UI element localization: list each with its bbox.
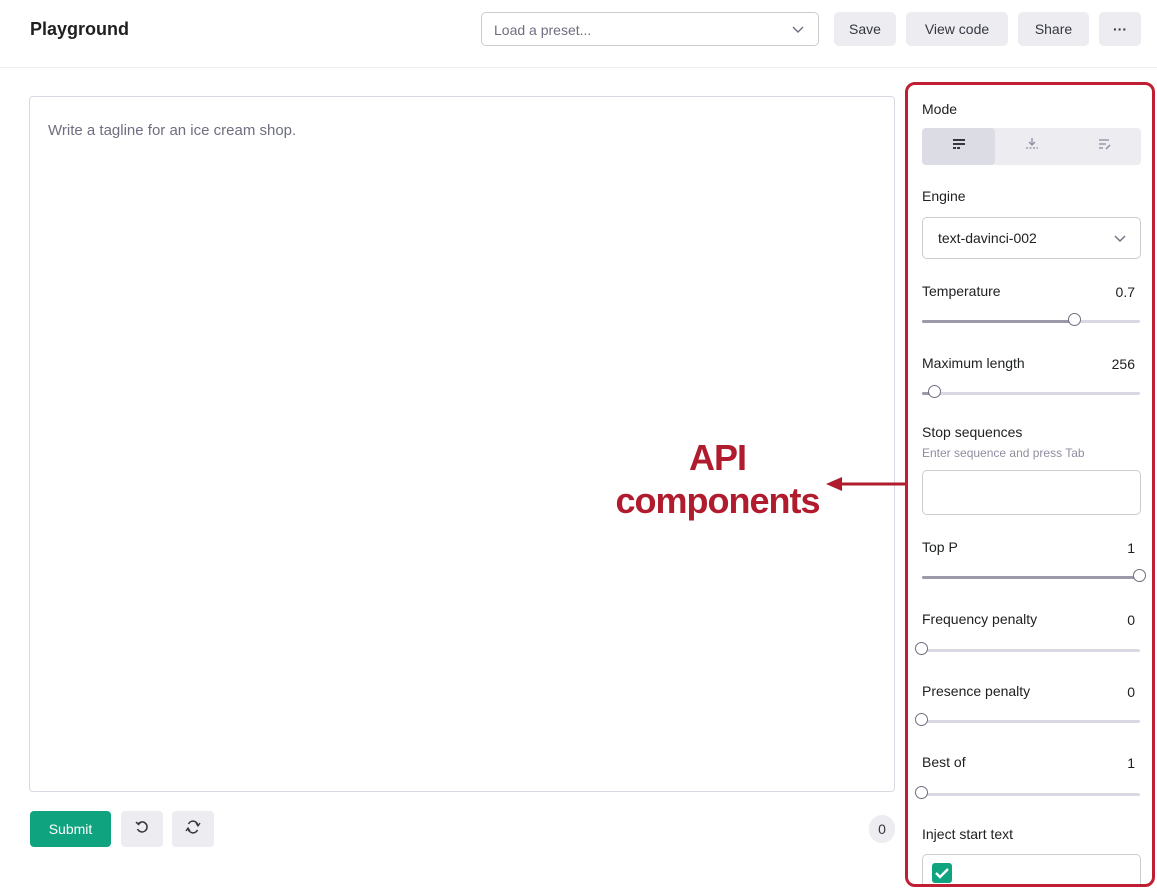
mode-toggle[interactable] <box>922 128 1141 165</box>
inject-start-text-label: Inject start text <box>922 826 1014 842</box>
inject-start-text-checkbox[interactable] <box>932 863 952 883</box>
annotation-arrow <box>826 477 906 491</box>
annotation-label: API components <box>600 436 835 522</box>
temperature-slider-thumb[interactable] <box>1067 313 1081 326</box>
frequency-penalty-value: 0 <box>1127 612 1135 628</box>
temperature-value: 0.7 <box>1115 284 1135 300</box>
chevron-down-icon <box>790 21 806 42</box>
mode-edit-button[interactable] <box>1068 128 1141 165</box>
max-length-label: Maximum length <box>922 355 1025 371</box>
max-length-value: 256 <box>1111 356 1135 372</box>
insert-icon <box>1025 137 1039 156</box>
undo-icon <box>134 819 150 840</box>
regenerate-button[interactable] <box>172 811 214 847</box>
top-p-label: Top P <box>922 539 958 555</box>
complete-icon <box>952 137 966 156</box>
mode-complete-button[interactable] <box>922 128 995 165</box>
max-length-slider-thumb[interactable] <box>928 385 942 398</box>
best-of-slider-thumb[interactable] <box>915 786 928 799</box>
edit-icon <box>1098 137 1112 156</box>
engine-value: text-davinci-002 <box>938 230 1037 246</box>
annotation-line-2: components <box>615 480 820 521</box>
frequency-penalty-slider-thumb[interactable] <box>915 642 928 655</box>
page-title: Playground <box>30 19 130 39</box>
inject-start-text-field[interactable] <box>922 854 1141 884</box>
temperature-slider-fill <box>922 320 1075 323</box>
best-of-label: Best of <box>922 754 966 770</box>
mode-insert-button[interactable] <box>995 128 1068 165</box>
frequency-penalty-slider[interactable] <box>915 642 1140 655</box>
preset-placeholder: Load a preset... <box>494 22 592 38</box>
chevron-down-icon <box>1112 230 1128 251</box>
mode-label: Mode <box>922 101 958 117</box>
presence-penalty-slider-thumb[interactable] <box>915 713 928 726</box>
submit-button[interactable]: Submit <box>30 811 111 847</box>
share-button[interactable]: Share <box>1018 12 1089 46</box>
preset-select[interactable]: Load a preset... <box>481 12 819 46</box>
header-divider <box>0 67 1157 68</box>
save-button[interactable]: Save <box>834 12 896 46</box>
top-p-slider-thumb[interactable] <box>1133 569 1146 582</box>
presence-penalty-label: Presence penalty <box>922 683 1031 699</box>
presence-penalty-slider[interactable] <box>915 713 1140 726</box>
top-p-value: 1 <box>1127 540 1135 556</box>
frequency-penalty-label: Frequency penalty <box>922 611 1038 627</box>
best-of-value: 1 <box>1127 755 1135 771</box>
temperature-label: Temperature <box>922 283 1001 299</box>
checkmark-icon <box>935 868 949 879</box>
top-p-slider[interactable] <box>922 569 1146 582</box>
undo-button[interactable] <box>121 811 163 847</box>
max-length-slider[interactable] <box>922 385 1140 398</box>
temperature-slider[interactable] <box>922 313 1140 326</box>
more-options-button[interactable]: ··· <box>1099 12 1141 46</box>
stop-sequences-input[interactable] <box>922 470 1141 515</box>
stop-sequences-label: Stop sequences <box>922 424 1023 440</box>
engine-label: Engine <box>922 188 966 204</box>
top-p-slider-fill <box>922 576 1140 579</box>
view-code-button[interactable]: View code <box>906 12 1008 46</box>
stop-sequences-hint: Enter sequence and press Tab <box>922 446 1085 460</box>
prompt-placeholder: Write a tagline for an ice cream shop. <box>48 122 297 139</box>
engine-select[interactable]: text-davinci-002 <box>922 217 1141 259</box>
best-of-slider[interactable] <box>915 786 1140 799</box>
presence-penalty-value: 0 <box>1127 684 1135 700</box>
regenerate-icon <box>185 819 201 840</box>
annotation-line-1: API <box>688 437 747 478</box>
token-count: 0 <box>869 815 895 843</box>
